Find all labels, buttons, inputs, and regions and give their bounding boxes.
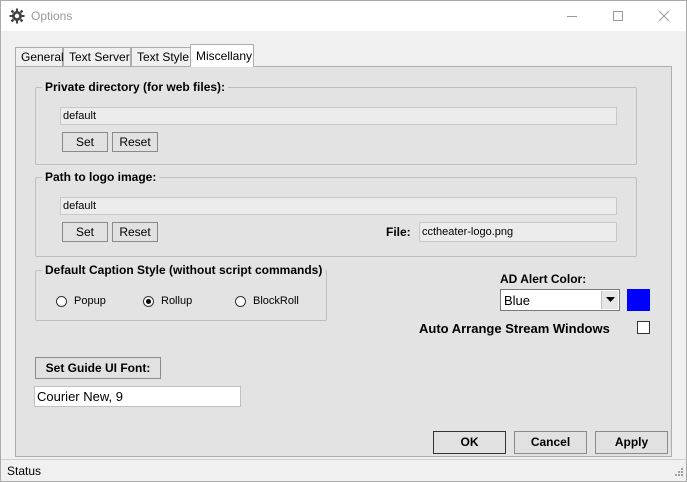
logo-path-field[interactable]: default xyxy=(60,197,617,215)
ad-alert-color-value: Blue xyxy=(504,293,531,308)
resize-grip-icon[interactable] xyxy=(673,468,684,479)
cancel-button[interactable]: Cancel xyxy=(514,431,587,454)
logo-set-button[interactable]: Set xyxy=(62,222,108,242)
ok-button[interactable]: OK xyxy=(433,431,506,454)
file-label: File: xyxy=(386,225,411,239)
logo-file-field: cctheater-logo.png xyxy=(419,222,617,242)
miscellany-tab-page: Private directory (for web files): defau… xyxy=(15,66,672,457)
private-directory-field[interactable]: default xyxy=(60,107,617,125)
maximize-button[interactable] xyxy=(595,1,641,31)
client-area: General Text Server Text Style Miscellan… xyxy=(1,31,686,481)
status-bar: Status xyxy=(1,459,686,481)
options-window: Options General Text Server Text Style M… xyxy=(0,0,687,482)
radio-label: Popup xyxy=(74,295,106,307)
tab-text-server[interactable]: Text Server xyxy=(63,47,131,67)
logo-path-title: Path to logo image: xyxy=(42,170,160,184)
radio-popup[interactable]: Popup xyxy=(56,294,126,310)
ad-alert-color-swatch[interactable] xyxy=(627,289,650,311)
set-guide-font-button[interactable]: Set Guide UI Font: xyxy=(35,357,161,379)
caption-style-group: Default Caption Style (without script co… xyxy=(35,263,327,321)
minimize-button[interactable] xyxy=(549,1,595,31)
private-directory-group: Private directory (for web files): defau… xyxy=(35,80,637,165)
minimize-icon xyxy=(567,16,577,17)
radio-blockroll[interactable]: BlockRoll xyxy=(235,294,315,310)
radio-button xyxy=(143,296,154,307)
radio-label: BlockRoll xyxy=(253,295,299,307)
radio-selected-dot xyxy=(146,299,151,304)
caption-style-title: Default Caption Style (without script co… xyxy=(42,263,326,277)
close-button[interactable] xyxy=(641,1,687,31)
gear-icon xyxy=(9,8,25,24)
ad-alert-color-select[interactable]: Blue xyxy=(500,289,620,311)
title-bar[interactable]: Options xyxy=(1,1,686,31)
radio-rollup[interactable]: Rollup xyxy=(143,294,213,310)
private-directory-reset-button[interactable]: Reset xyxy=(112,132,158,152)
radio-button xyxy=(56,296,67,307)
tab-label: Text Server xyxy=(69,50,130,64)
tab-general[interactable]: General xyxy=(15,47,64,67)
private-directory-title: Private directory (for web files): xyxy=(42,80,229,94)
close-icon xyxy=(658,10,670,22)
chevron-down-icon xyxy=(606,297,615,302)
tab-label: Miscellany xyxy=(196,49,253,63)
status-text: Status xyxy=(7,464,42,478)
private-directory-set-button[interactable]: Set xyxy=(62,132,108,152)
tab-miscellany[interactable]: Miscellany xyxy=(190,44,254,67)
maximize-icon xyxy=(613,11,623,21)
dropdown-arrow-button[interactable] xyxy=(601,291,618,309)
logo-path-group: Path to logo image: default Set Reset Fi… xyxy=(35,170,637,257)
window-title: Options xyxy=(31,9,73,23)
auto-arrange-label: Auto Arrange Stream Windows xyxy=(419,321,610,336)
logo-reset-button[interactable]: Reset xyxy=(112,222,158,242)
guide-font-field[interactable]: Courier New, 9 xyxy=(34,386,241,407)
apply-button[interactable]: Apply xyxy=(595,431,668,454)
ad-alert-color-label: AD Alert Color: xyxy=(500,272,587,286)
tab-label: Text Style xyxy=(137,50,190,64)
tab-text-style[interactable]: Text Style xyxy=(131,47,191,67)
radio-button xyxy=(235,296,246,307)
radio-label: Rollup xyxy=(161,295,193,307)
tab-label: General xyxy=(21,50,64,64)
auto-arrange-checkbox[interactable] xyxy=(637,321,650,334)
